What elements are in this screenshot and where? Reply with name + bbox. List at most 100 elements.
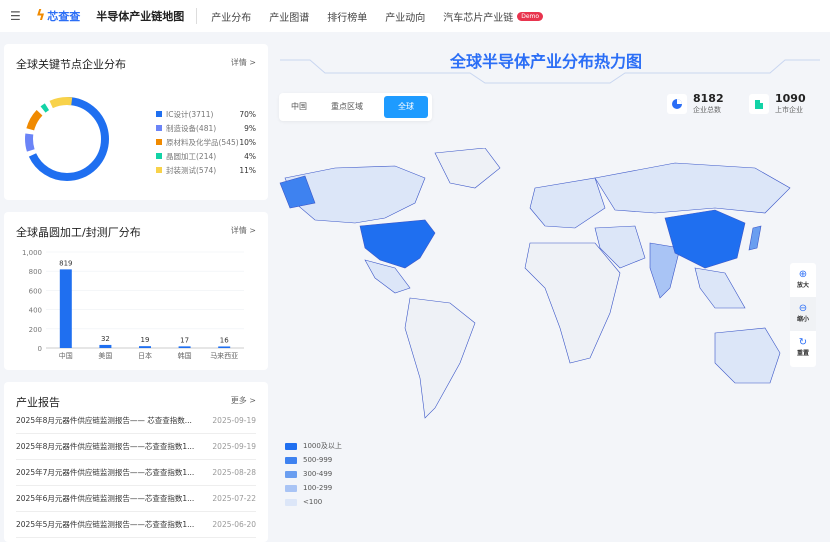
bar[interactable] (139, 346, 151, 348)
donut-card: 全球关键节点企业分布 详情 > IC设计(3711) 70% 制造设备(481) 9%… (4, 44, 268, 200)
legend-item[interactable]: IC设计(3711) 70% (156, 107, 256, 121)
logo-text: 芯查查 (47, 8, 80, 24)
nav-graph[interactable]: 产业图谱 (269, 9, 309, 24)
map-japan (749, 226, 761, 250)
report-date: 2025-09-19 (212, 416, 256, 425)
bar[interactable] (179, 346, 191, 348)
more-link[interactable]: 更多 > (231, 395, 256, 406)
legend-label: 300-499 (303, 470, 332, 478)
legend-label: 500-999 (303, 456, 332, 464)
legend-item[interactable]: 封装测试(574)11% (156, 163, 256, 177)
stat-value: 1090 (775, 93, 806, 105)
stat-total: 8182企业总数 (667, 93, 724, 115)
bar[interactable] (99, 345, 111, 348)
zoom-out-button[interactable]: ⊖缩小 (790, 297, 816, 331)
legend-swatch (285, 457, 297, 464)
title-decoration (270, 55, 830, 95)
zoom-in-button[interactable]: ⊕放大 (790, 263, 816, 297)
report-item[interactable]: 2025年6月元器件供应链监测报告——芯查查指数1...2025-07-22 (16, 486, 256, 512)
map-legend-item[interactable]: <100 (285, 495, 342, 509)
pie-icon (667, 94, 687, 114)
bar[interactable] (60, 269, 72, 348)
x-tick-label: 韩国 (178, 351, 192, 360)
report-title: 2025年8月元器件供应链监测报告——芯查查指数1... (16, 441, 194, 452)
bar-value-label: 19 (141, 336, 150, 344)
card-title: 全球关键节点企业分布 (16, 56, 126, 72)
legend-label: 原材料及化学品(545) (166, 137, 239, 148)
tab-global[interactable]: 全球 (384, 96, 428, 118)
y-tick-label: 0 (38, 345, 42, 353)
legend-swatch (285, 485, 297, 492)
report-item[interactable]: 2025年7月元器件供应链监测报告——芯查查指数1...2025-08-28 (16, 460, 256, 486)
nav-auto-chip[interactable]: 汽车芯片产业链 (443, 9, 513, 24)
report-item[interactable]: 2025年8月元器件供应链监测报告——芯查查指数1...2025-09-19 (16, 434, 256, 460)
logo[interactable]: ϟ芯查查 (36, 8, 80, 24)
top-header: ☰ ϟ芯查查 半导体产业链地图 产业分布 产业图谱 排行榜单 产业动向 汽车芯片… (0, 0, 830, 32)
refresh-icon: ↻ (790, 337, 816, 348)
map-legend-item[interactable]: 300-499 (285, 467, 342, 481)
legend-swatch (285, 499, 297, 506)
legend-label: <100 (303, 498, 322, 506)
world-map[interactable] (275, 148, 795, 438)
legend-pct: 10% (239, 138, 256, 147)
nav-news[interactable]: 产业动向 (385, 9, 425, 24)
legend-swatch (156, 153, 162, 159)
legend-swatch (156, 125, 162, 131)
legend-pct: 4% (244, 152, 256, 161)
y-tick-label: 200 (29, 326, 42, 334)
legend-pct: 70% (239, 110, 256, 119)
nav-ranking[interactable]: 排行榜单 (327, 9, 367, 24)
legend-label: 晶圆加工(214) (166, 151, 216, 162)
report-date: 2025-06-20 (212, 520, 256, 529)
donut-legend: IC设计(3711)70%制造设备(481)9%原材料及化学品(545)10%晶… (156, 107, 256, 177)
demo-badge: Demo (517, 12, 543, 21)
bar-value-label: 17 (180, 336, 189, 344)
report-item[interactable]: 2025年5月元器件供应链监测报告——芯查查指数1... 2025-06-20 (16, 512, 256, 538)
legend-item[interactable]: 制造设备(481) 9% (156, 121, 256, 135)
legend-swatch (156, 139, 162, 145)
x-tick-label: 马来西亚 (210, 352, 238, 360)
zoom-in-icon: ⊕ (790, 269, 816, 280)
report-item[interactable]: 2025年8月元器件供应链监测报告—— 芯查查指数... 2025-09-19 (16, 408, 256, 434)
nav-distribution[interactable]: 产业分布 (211, 9, 251, 24)
legend-item[interactable]: 晶圆加工(214) 4% (156, 149, 256, 163)
legend-swatch (285, 471, 297, 478)
bar-value-label: 32 (101, 335, 110, 343)
stat-listed: 1090上市企业 (749, 93, 806, 115)
legend-label: IC设计(3711) (166, 109, 213, 120)
tab-china[interactable]: 中国 (279, 96, 319, 118)
y-tick-label: 1,000 (22, 249, 42, 257)
building-icon (749, 94, 769, 114)
menu-icon[interactable]: ☰ (10, 9, 22, 23)
reset-button[interactable]: ↻重置 (790, 331, 816, 365)
map-legend-item[interactable]: 500-999 (285, 453, 342, 467)
app-title: 半导体产业链地图 (96, 8, 184, 24)
bar-value-label: 16 (220, 336, 229, 344)
report-title: 2025年8月元器件供应链监测报告—— 芯查查指数... (16, 415, 192, 426)
map-legend-item[interactable]: 1000及以上 (285, 439, 342, 453)
map-greenland (435, 148, 500, 188)
legend-item[interactable]: 原材料及化学品(545)10% (156, 135, 256, 149)
legend-pct: 9% (244, 124, 256, 133)
details-link[interactable]: 详情 > (231, 57, 256, 68)
donut-segment[interactable] (29, 101, 105, 177)
stat-label: 上市企业 (775, 105, 806, 115)
label: 缩小 (797, 316, 809, 323)
tab-key-regions[interactable]: 重点区域 (319, 96, 375, 118)
map-south-america (405, 298, 475, 418)
legend-label: 制造设备(481) (166, 123, 216, 134)
map-legend-item[interactable]: 100-299 (285, 481, 342, 495)
report-title: 2025年5月元器件供应链监测报告——芯查查指数1... (16, 519, 194, 530)
legend-swatch (285, 443, 297, 450)
legend-swatch (156, 111, 162, 117)
y-tick-label: 800 (29, 268, 42, 276)
bar[interactable] (218, 346, 230, 348)
legend-label: 封装测试(574) (166, 165, 216, 176)
report-title: 2025年7月元器件供应链监测报告——芯查查指数1... (16, 467, 194, 478)
reports-card: 产业报告 更多 > 2025年8月元器件供应链监测报告—— 芯查查指数...20… (4, 382, 268, 542)
legend-swatch (156, 167, 162, 173)
stat-value: 8182 (693, 93, 724, 105)
stat-label: 企业总数 (693, 105, 724, 115)
map-zoom-controls: ⊕放大 ⊖缩小 ↻重置 (790, 263, 816, 367)
y-tick-label: 400 (29, 307, 42, 315)
